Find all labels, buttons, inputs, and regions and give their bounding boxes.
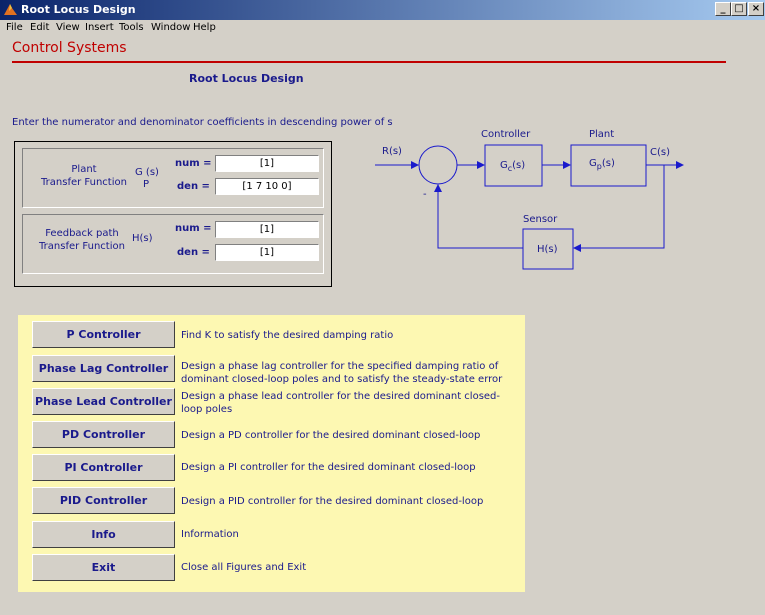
menu-bar: File Edit View Insert Tools Window Help: [0, 20, 765, 37]
phase-lead-controller-description: Design a phase lead controller for the d…: [181, 391, 501, 415]
pd-controller-button[interactable]: PD Controller: [32, 421, 175, 448]
block-diagram: R(s) - Controller Gc(s) Plant Gp(s) C(s)…: [375, 129, 684, 270]
plant-tf-label: Plant Transfer Function: [29, 163, 139, 189]
p-controller-button[interactable]: P Controller: [32, 321, 175, 348]
transfer-function-panel: Plant Transfer Function G (s) P num = de…: [14, 141, 332, 287]
menu-file[interactable]: File: [6, 22, 23, 33]
plant-num-input[interactable]: [215, 155, 319, 172]
matlab-logo-icon: [4, 4, 17, 15]
controller-block-label: Gc(s): [500, 160, 525, 173]
instruction-text: Enter the numerator and denominator coef…: [12, 117, 393, 128]
menu-window[interactable]: Window: [151, 22, 190, 33]
feedback-tf-label: Feedback path Transfer Function: [27, 227, 137, 253]
feedback-den-input[interactable]: [215, 244, 319, 261]
feedback-symbol: H(s): [132, 233, 153, 244]
menu-tools[interactable]: Tools: [119, 22, 144, 33]
p-controller-description: Find K to satisfy the desired damping ra…: [181, 330, 394, 341]
plant-num-label: num =: [175, 158, 212, 169]
summing-junction: [418, 145, 458, 185]
page-title: Control Systems: [12, 40, 127, 56]
sensor-to-summer-arrow: [434, 184, 523, 249]
plant-block-label: Gp(s): [589, 158, 615, 171]
plant-symbol-subscript: P: [143, 179, 150, 190]
info-description: Information: [181, 529, 239, 540]
plant-tf-group: Plant Transfer Function G (s) P num = de…: [22, 148, 324, 208]
pi-controller-description: Design a PI controller for the desired d…: [181, 462, 476, 473]
window-title: Root Locus Design: [21, 3, 136, 16]
plant-den-label: den =: [177, 181, 210, 192]
pid-controller-button[interactable]: PID Controller: [32, 487, 175, 514]
page-subtitle: Root Locus Design: [189, 72, 304, 85]
info-button[interactable]: Info: [32, 521, 175, 548]
pid-controller-description: Design a PID controller for the desired …: [181, 496, 484, 507]
phase-lag-controller-description: Design a phase lag controller for the sp…: [181, 361, 503, 385]
maximize-button[interactable]: □: [731, 2, 747, 16]
controller-panel: P Controller Find K to satisfy the desir…: [18, 315, 525, 592]
menu-edit[interactable]: Edit: [30, 22, 49, 33]
minus-sign: -: [423, 189, 427, 200]
input-label: R(s): [382, 146, 402, 157]
sensor-title: Sensor: [523, 214, 558, 225]
feedback-num-input[interactable]: [215, 221, 319, 238]
exit-button[interactable]: Exit: [32, 554, 175, 581]
output-label: C(s): [650, 147, 670, 158]
phase-lead-controller-button[interactable]: Phase Lead Controller: [32, 388, 175, 415]
exit-description: Close all Figures and Exit: [181, 562, 307, 573]
controller-title: Controller: [481, 129, 531, 140]
menu-view[interactable]: View: [56, 22, 80, 33]
feedback-path-arrow: [573, 165, 665, 252]
plant-tf-label-line1: Plant: [71, 164, 97, 175]
feedback-num-label: num =: [175, 223, 212, 234]
plant-title: Plant: [589, 129, 614, 140]
plant-symbol: G (s): [135, 167, 159, 178]
feedback-tf-group: Feedback path Transfer Function H(s) num…: [22, 214, 324, 274]
feedback-den-label: den =: [177, 247, 210, 258]
feedback-tf-label-line2: Transfer Function: [39, 241, 125, 252]
title-bar: Root Locus Design _ □ ×: [0, 0, 765, 20]
close-button[interactable]: ×: [748, 2, 764, 16]
phase-lag-controller-button[interactable]: Phase Lag Controller: [32, 355, 175, 382]
feedback-tf-label-line1: Feedback path: [45, 228, 119, 239]
minimize-button[interactable]: _: [715, 2, 731, 16]
sensor-block-label: H(s): [537, 244, 558, 255]
title-divider: [12, 61, 726, 63]
pd-controller-description: Design a PD controller for the desired d…: [181, 430, 481, 441]
menu-insert[interactable]: Insert: [85, 22, 114, 33]
plant-tf-label-line2: Transfer Function: [41, 177, 127, 188]
pi-controller-button[interactable]: PI Controller: [32, 454, 175, 481]
plant-den-input[interactable]: [215, 178, 319, 195]
menu-help[interactable]: Help: [193, 22, 216, 33]
